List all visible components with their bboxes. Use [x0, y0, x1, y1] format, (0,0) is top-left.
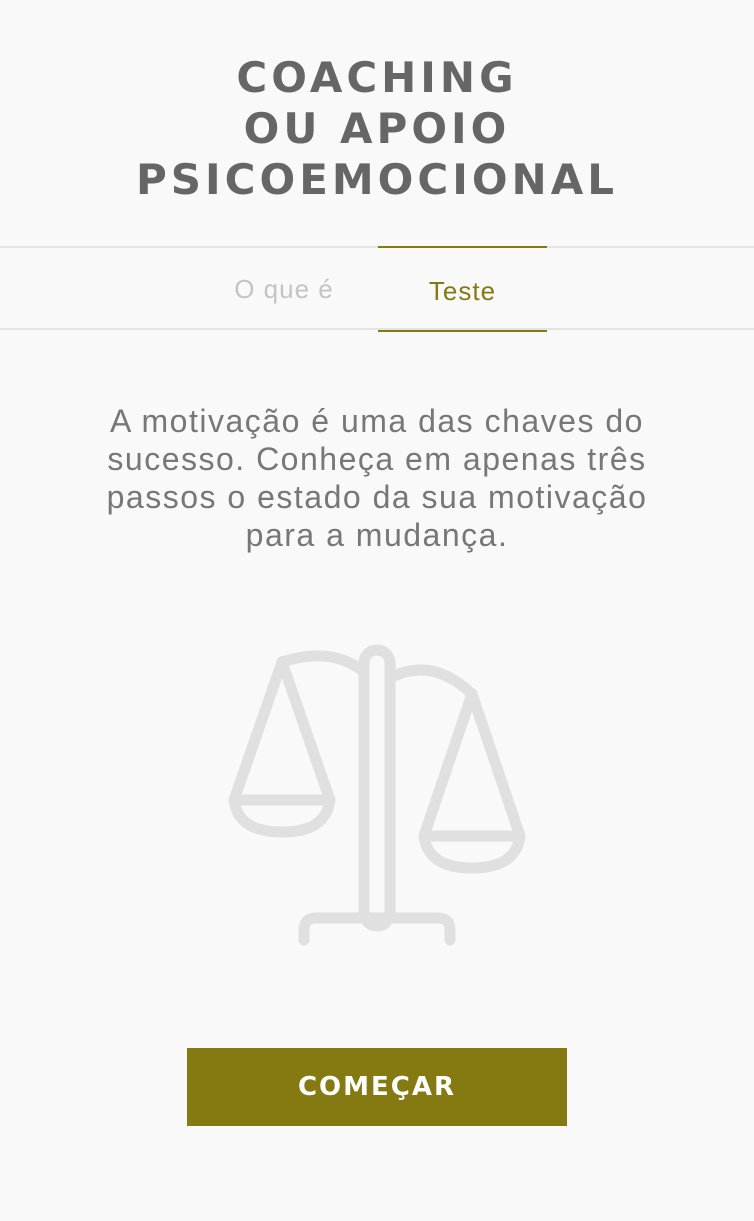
page-title-line: OU APOIO — [243, 104, 511, 153]
tab-teste[interactable]: Teste — [378, 246, 547, 332]
start-button[interactable]: COMEÇAR — [187, 1048, 567, 1126]
page-title-line: COACHING — [236, 53, 518, 102]
balance-scale-icon — [228, 644, 526, 946]
page-title-line: PSICOEMOCIONAL — [136, 155, 618, 204]
tab-o-que-e[interactable]: O que é — [200, 246, 368, 332]
intro-text: A motivação é uma das chaves do sucesso.… — [106, 403, 648, 553]
page-title: COACHING OU APOIO PSICOEMOCIONAL — [0, 52, 754, 205]
tab-bar: O que é Teste — [0, 246, 754, 332]
